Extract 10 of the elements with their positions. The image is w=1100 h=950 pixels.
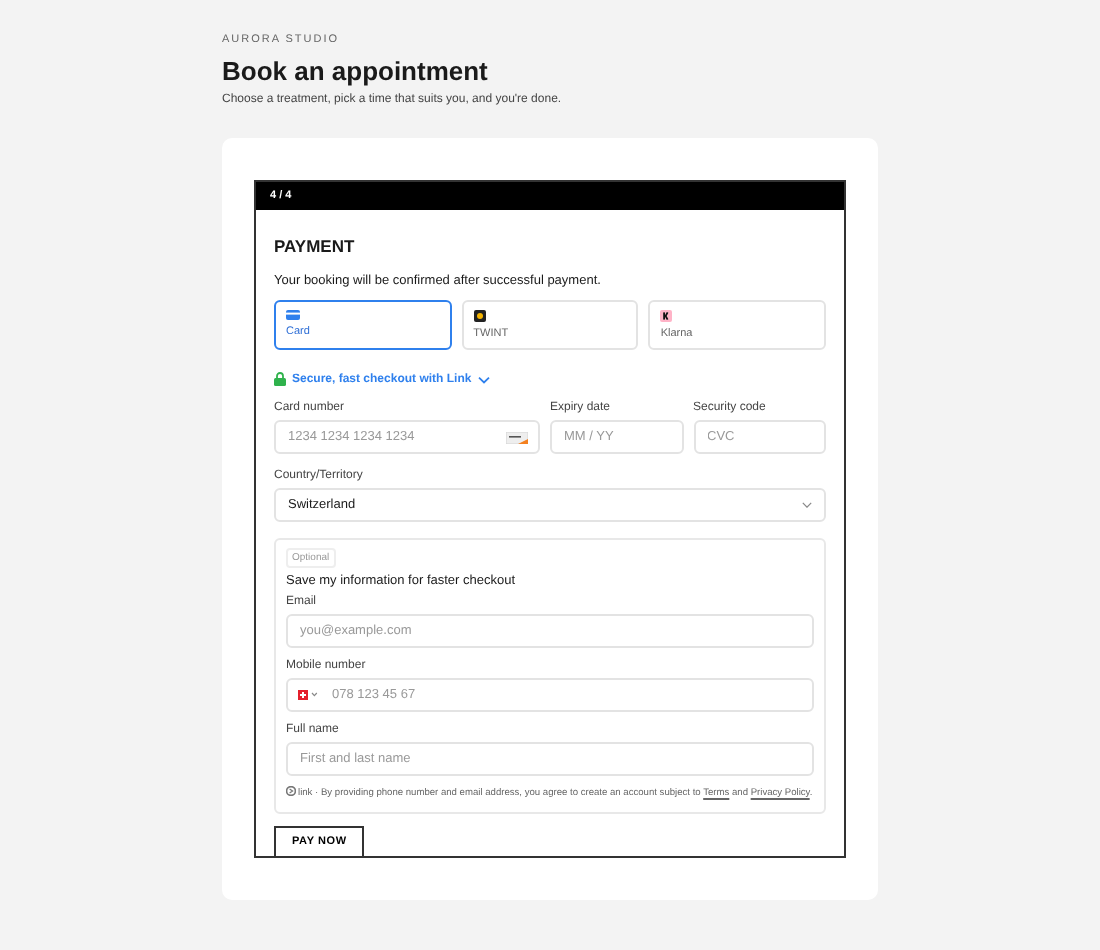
flag-icon[interactable] <box>298 690 320 700</box>
link-logo-icon <box>286 786 296 796</box>
card-icon <box>286 310 300 320</box>
chevron-down-icon <box>802 502 812 508</box>
chevron-down-icon <box>477 375 490 383</box>
square-icon <box>660 310 673 322</box>
section-heading: PAYMENT <box>274 236 357 256</box>
lock-icon <box>274 372 286 386</box>
page-title: Book an appointment <box>222 56 490 86</box>
square-icon <box>473 310 486 322</box>
